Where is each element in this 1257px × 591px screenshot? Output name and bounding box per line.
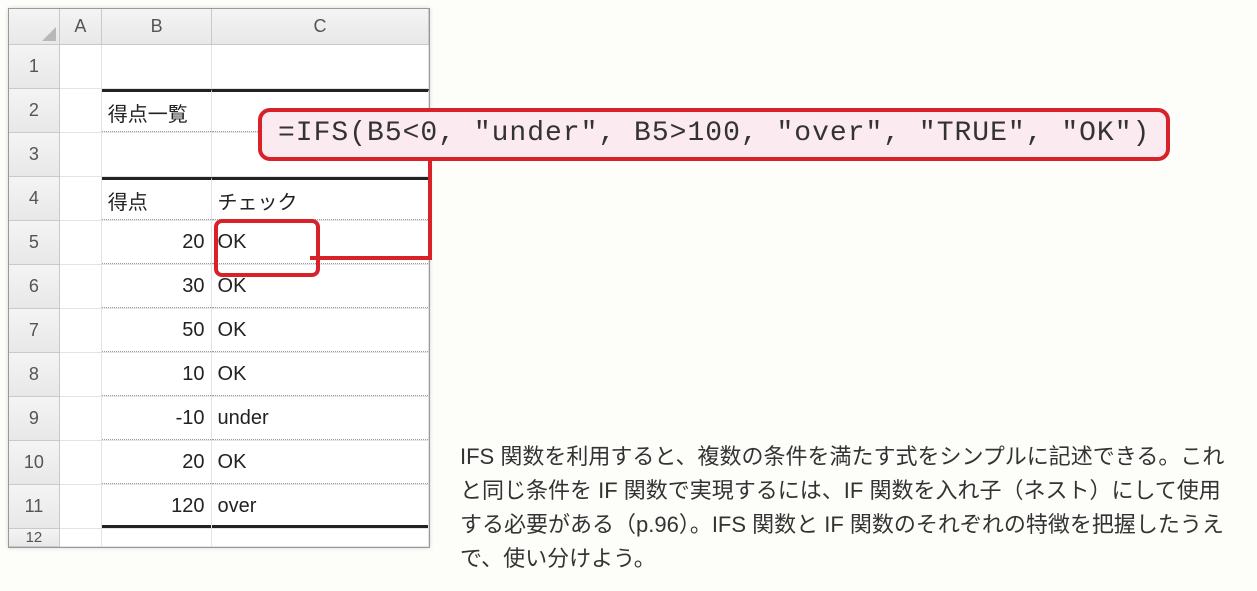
cell-A8[interactable] <box>60 353 102 397</box>
cell-B9[interactable]: -10 <box>102 397 212 441</box>
cell-C11[interactable]: over <box>212 485 429 529</box>
cell-C8[interactable]: OK <box>212 353 429 397</box>
cell-C1[interactable] <box>212 45 429 89</box>
cell-A2[interactable] <box>60 89 102 133</box>
row-header[interactable]: 7 <box>9 309 60 353</box>
cell-B10[interactable]: 20 <box>102 441 212 485</box>
cell-B7[interactable]: 50 <box>102 309 212 353</box>
cell-B4-score-header[interactable]: 得点 <box>102 177 212 221</box>
cell-C9[interactable]: under <box>212 397 429 441</box>
cell-A1[interactable] <box>60 45 102 89</box>
cell-B12[interactable] <box>102 529 212 547</box>
row-header[interactable]: 11 <box>9 485 60 529</box>
row-header[interactable]: 1 <box>9 45 60 89</box>
column-header-A[interactable]: A <box>60 9 103 45</box>
row-header[interactable]: 10 <box>9 441 60 485</box>
column-header-B[interactable]: B <box>102 9 212 45</box>
formula-callout: =IFS(B5<0, "under", B5>100, "over", "TRU… <box>258 108 1170 161</box>
cell-A3[interactable] <box>60 133 102 177</box>
cell-B2-title[interactable]: 得点一覧 <box>102 89 212 133</box>
row-header[interactable]: 5 <box>9 221 60 265</box>
spreadsheet: A B C 1 2 得点一覧 3 4 得点 チ <box>8 8 430 548</box>
row-header[interactable]: 12 <box>9 529 60 547</box>
row-header[interactable]: 2 <box>9 89 60 133</box>
cell-B8[interactable]: 10 <box>102 353 212 397</box>
cell-C7[interactable]: OK <box>212 309 429 353</box>
cell-B5[interactable]: 20 <box>102 221 212 265</box>
column-header-C[interactable]: C <box>212 9 429 45</box>
explanation-paragraph: IFS 関数を利用すると、複数の条件を満たす式をシンプルに記述できる。これと同じ… <box>460 440 1240 576</box>
cell-C6[interactable]: OK <box>212 265 429 309</box>
cell-A9[interactable] <box>60 397 102 441</box>
callout-connector-horizontal <box>310 256 432 260</box>
row-header[interactable]: 6 <box>9 265 60 309</box>
row-header[interactable]: 4 <box>9 177 60 221</box>
row-header[interactable]: 9 <box>9 397 60 441</box>
row-header[interactable]: 8 <box>9 353 60 397</box>
cell-B1[interactable] <box>102 45 212 89</box>
cell-A4[interactable] <box>60 177 102 221</box>
cell-B6[interactable]: 30 <box>102 265 212 309</box>
callout-connector-vertical <box>428 160 432 260</box>
cell-A12[interactable] <box>60 529 102 547</box>
cell-C12[interactable] <box>212 529 429 547</box>
column-header-row: A B C <box>9 9 429 45</box>
cell-A5[interactable] <box>60 221 102 265</box>
cell-C4-check-header[interactable]: チェック <box>212 177 429 221</box>
cell-A7[interactable] <box>60 309 102 353</box>
select-all-triangle-icon[interactable] <box>9 9 60 45</box>
row-header[interactable]: 3 <box>9 133 60 177</box>
page: A B C 1 2 得点一覧 3 4 得点 チ <box>0 0 1257 591</box>
cell-A6[interactable] <box>60 265 102 309</box>
cell-B3[interactable] <box>102 133 212 177</box>
cell-B11[interactable]: 120 <box>102 485 212 529</box>
cell-A11[interactable] <box>60 485 102 529</box>
cell-C10[interactable]: OK <box>212 441 429 485</box>
cell-A10[interactable] <box>60 441 102 485</box>
